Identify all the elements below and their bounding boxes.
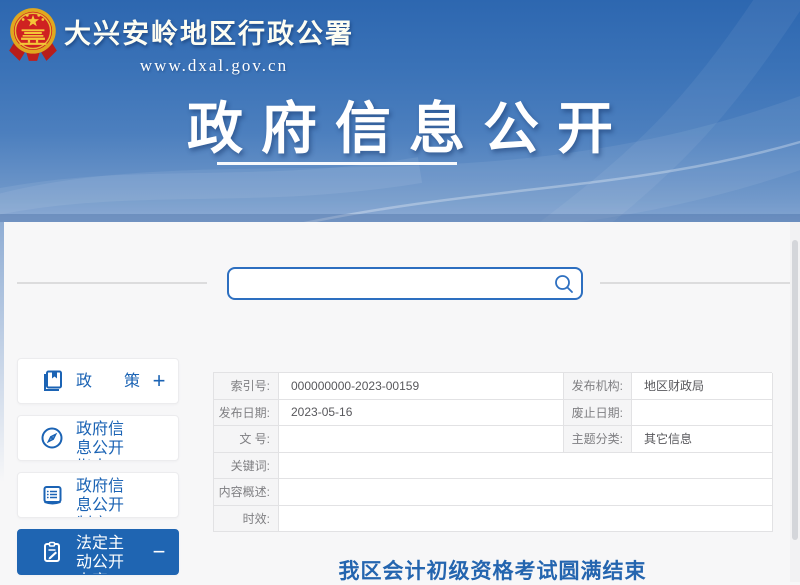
- sidebar-nav: 政 策 + 政府信息公开指南: [17, 358, 179, 575]
- scrollbar-track[interactable]: [790, 222, 800, 582]
- sidebar-item-policy[interactable]: 政 策 +: [17, 358, 179, 404]
- book-icon: [40, 369, 64, 393]
- meta-label: 时效:: [214, 506, 279, 533]
- national-emblem: [8, 5, 58, 63]
- article-title: 我区会计初级资格考试圆满结束: [213, 555, 772, 585]
- page-banner: 大兴安岭地区行政公署 www.dxal.gov.cn 政府信息公开: [0, 0, 800, 222]
- meta-label: 发布机构:: [564, 373, 632, 400]
- meta-label: 主题分类:: [564, 426, 632, 453]
- search-input[interactable]: [229, 269, 547, 298]
- sidebar-item-label: 法定主动公开内容: [76, 530, 130, 574]
- meta-label: 废止日期:: [564, 400, 632, 427]
- rules-icon: [40, 483, 64, 507]
- meta-label: 文 号:: [214, 426, 279, 453]
- meta-value-keywords: [279, 453, 773, 480]
- meta-value-validity: [279, 506, 773, 533]
- compass-icon: [40, 426, 64, 450]
- banner-underline: [217, 162, 457, 165]
- scrollbar-thumb[interactable]: [792, 240, 798, 540]
- document-meta-table: 索引号: 000000000-2023-00159 发布机构: 地区财政局 发布…: [213, 372, 772, 532]
- meta-value-issuing-agency: 地区财政局: [632, 373, 773, 400]
- meta-label: 发布日期:: [214, 400, 279, 427]
- meta-label: 关键词:: [214, 453, 279, 480]
- search-divider-right: [600, 282, 790, 284]
- meta-label: 内容概述:: [214, 479, 279, 506]
- sidebar-item-guide[interactable]: 政府信息公开指南: [17, 415, 179, 461]
- meta-value-topic-category: 其它信息: [632, 426, 773, 453]
- site-title: 大兴安岭地区行政公署: [64, 12, 364, 51]
- sidebar-item-label: 政府信息公开制度: [76, 473, 130, 517]
- meta-value-doc-number: [279, 426, 564, 453]
- meta-value-expiry-date: [632, 400, 773, 427]
- left-edge-gradient: [0, 222, 4, 482]
- search-divider-left: [17, 282, 207, 284]
- content-area: 政 策 + 政府信息公开指南: [0, 222, 800, 582]
- article-panel: 索引号: 000000000-2023-00159 发布机构: 地区财政局 发布…: [213, 372, 772, 585]
- search-button[interactable]: [547, 269, 581, 298]
- sidebar-item-label: 政府信息公开指南: [76, 416, 130, 460]
- expand-icon[interactable]: +: [150, 370, 168, 392]
- meta-label: 索引号:: [214, 373, 279, 400]
- meta-value-index-number: 000000000-2023-00159: [279, 373, 564, 400]
- sidebar-item-label: 政 策: [76, 372, 150, 391]
- banner-heading: 政府信息公开: [0, 84, 800, 165]
- meta-value-summary: [279, 479, 773, 506]
- sidebar-item-disclosure[interactable]: 法定主动公开内容 −: [17, 529, 179, 575]
- site-url: www.dxal.gov.cn: [64, 56, 364, 76]
- collapse-icon[interactable]: −: [150, 541, 168, 563]
- clipboard-icon: [40, 540, 64, 564]
- search-icon: [553, 273, 575, 295]
- meta-value-publish-date: 2023-05-16: [279, 400, 564, 427]
- sidebar-item-rules[interactable]: 政府信息公开制度: [17, 472, 179, 518]
- search-box: [227, 267, 583, 300]
